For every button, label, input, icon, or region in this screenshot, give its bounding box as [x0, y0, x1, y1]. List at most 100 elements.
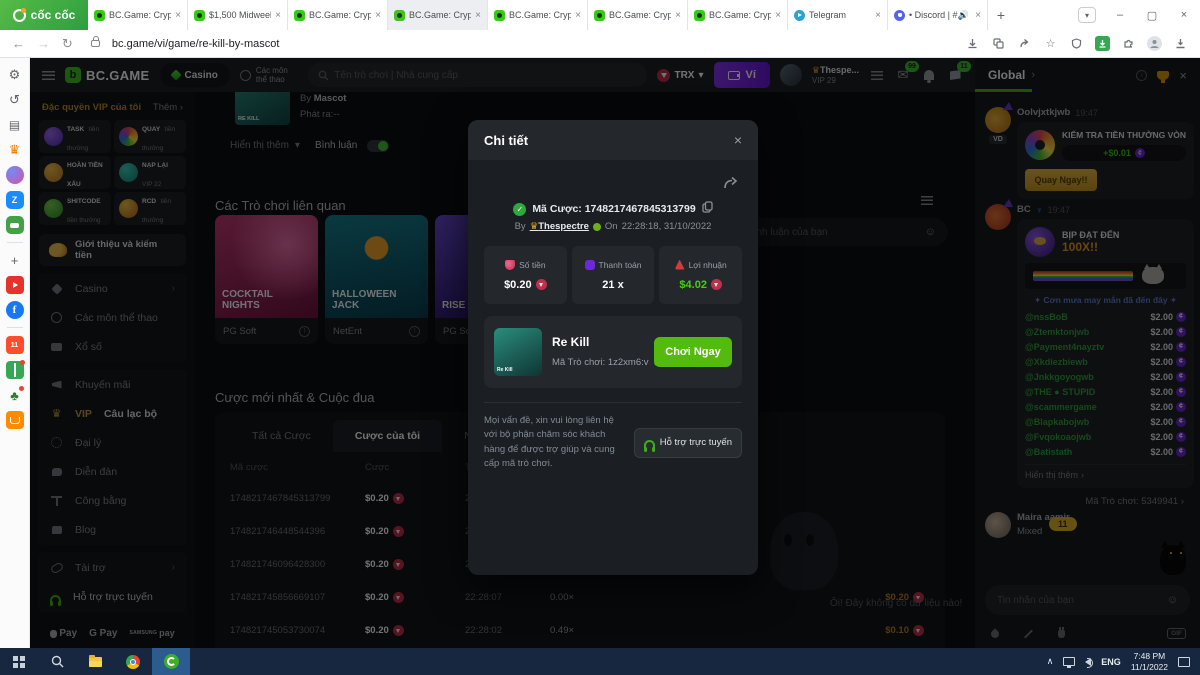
- share-page-icon[interactable]: [1017, 36, 1032, 51]
- browser-sidebar-icon[interactable]: [6, 141, 24, 159]
- browser-tab[interactable]: Telegram ×: [788, 0, 888, 30]
- verified-check-icon: ✓: [513, 202, 527, 216]
- back-button[interactable]: ←: [12, 37, 25, 50]
- coccoc-button[interactable]: [152, 648, 190, 675]
- tab-close-icon[interactable]: ×: [475, 10, 481, 21]
- translate-icon[interactable]: [991, 36, 1006, 51]
- tab-close-icon[interactable]: ×: [375, 10, 381, 21]
- modal-close-icon[interactable]: ×: [734, 132, 742, 148]
- clock-date: 11/1/2022: [1130, 661, 1168, 672]
- chrome-button[interactable]: [114, 648, 152, 675]
- browser-address-bar: ← → ↻ bc.game/vi/game/re-kill-by-mascot …: [0, 30, 1200, 58]
- tab-close-icon[interactable]: ×: [575, 10, 581, 21]
- extensions-puzzle-icon[interactable]: [1121, 36, 1136, 51]
- bookmark-star-icon[interactable]: ☆: [1043, 36, 1058, 51]
- browser-sidebar-icon[interactable]: [6, 386, 24, 404]
- browser-sidebar-icon[interactable]: [5, 191, 24, 209]
- window-minimize-button[interactable]: –: [1104, 0, 1136, 30]
- tab-favicon: [494, 9, 505, 21]
- action-center-icon[interactable]: [1178, 656, 1190, 667]
- browser-tab[interactable]: BC.Game: Crypto ×: [588, 0, 688, 30]
- browser-sidebar-icon[interactable]: [5, 336, 24, 354]
- browser-sidebar-icon[interactable]: [6, 327, 23, 328]
- browser-sidebar-icon[interactable]: [5, 216, 24, 234]
- window-maximize-button[interactable]: ▢: [1136, 0, 1168, 30]
- stat-amount-value: $0.20: [504, 278, 532, 291]
- browser-sidebar-icon[interactable]: [5, 166, 24, 184]
- browser-sidebar-icon[interactable]: [6, 251, 24, 269]
- save-page-icon[interactable]: [965, 36, 980, 51]
- live-support-button[interactable]: Hỗ trợ trực tuyến: [633, 427, 742, 458]
- browser-sidebar-icon[interactable]: [5, 276, 24, 294]
- bet-author-link[interactable]: ♛Thespectre: [530, 221, 589, 232]
- adblock-shield-icon[interactable]: [1069, 36, 1084, 51]
- stat-profit-value: $4.02: [679, 278, 707, 291]
- browser-tab[interactable]: BC.Game: Crypto ×: [688, 0, 788, 30]
- payout-wallet-icon: [584, 259, 595, 270]
- folder-icon: [88, 654, 102, 667]
- tab-title: Telegram: [809, 10, 847, 20]
- share-icon[interactable]: [723, 176, 738, 194]
- window-close-button[interactable]: ×: [1168, 0, 1200, 30]
- tab-title: • Discord | #🔊: [909, 9, 969, 20]
- tab-close-icon[interactable]: ×: [675, 10, 681, 21]
- reload-button[interactable]: ↻: [62, 37, 73, 50]
- coccoc-brand-logo[interactable]: cốc cốc: [0, 0, 88, 30]
- taskbar-clock[interactable]: 7:48 PM 11/1/2022: [1131, 651, 1168, 671]
- bet-id-label: Mã Cược: 1748217467845313799: [532, 203, 696, 215]
- network-icon[interactable]: [1063, 657, 1076, 668]
- tab-title: BC.Game: Crypto: [709, 10, 772, 20]
- language-indicator[interactable]: ENG: [1101, 657, 1121, 667]
- browser-sidebar-icon[interactable]: [6, 116, 24, 134]
- file-explorer-button[interactable]: [76, 648, 114, 675]
- downloads-tray-icon[interactable]: [1173, 36, 1188, 51]
- tab-favicon: [794, 9, 805, 21]
- browser-sidebar-icon[interactable]: [5, 411, 24, 429]
- url-text[interactable]: bc.game/vi/game/re-kill-by-mascot: [112, 38, 953, 50]
- ssl-lock-icon[interactable]: [90, 36, 100, 47]
- taskbar-search-button[interactable]: [38, 648, 76, 675]
- support-note: Mọi vấn đề, xin vui lòng liên hệ với bộ …: [484, 415, 615, 469]
- vip-crown-icon: ♛: [529, 221, 539, 232]
- browser-tab[interactable]: BC.Game: Crypto ×: [88, 0, 188, 30]
- tab-close-icon[interactable]: ×: [275, 10, 281, 21]
- browser-sidebar-icon[interactable]: [5, 301, 24, 319]
- taskbar-tray: ∧ ENG 7:48 PM 11/1/2022: [1047, 651, 1200, 672]
- browser-tab[interactable]: BC.Game: Crypto ×: [388, 0, 488, 30]
- moneybag-icon: [505, 259, 516, 270]
- browser-tab[interactable]: BC.Game: Crypto ×: [288, 0, 388, 30]
- stat-payout: Thanh toán 21 x: [571, 246, 655, 304]
- tab-close-icon[interactable]: ×: [775, 10, 781, 21]
- modal-divider: [484, 402, 742, 403]
- start-button[interactable]: [0, 648, 38, 675]
- browser-tab[interactable]: • Discord | #🔊 ×: [888, 0, 988, 30]
- browser-tab[interactable]: BC.Game: Crypto ×: [488, 0, 588, 30]
- tray-expand-icon[interactable]: ∧: [1047, 656, 1054, 667]
- volume-icon[interactable]: [1085, 657, 1094, 668]
- browser-sidebar-icon[interactable]: [6, 66, 24, 84]
- new-tab-button[interactable]: +: [988, 0, 1014, 30]
- browser-sidebar-icon[interactable]: [6, 91, 24, 109]
- browser-sidebar-icon[interactable]: [6, 242, 23, 243]
- bet-author-row: By ♛Thespectre On 22:28:18, 31/10/2022: [514, 221, 712, 232]
- play-now-button[interactable]: Chơi Ngay: [654, 337, 732, 367]
- game-thumbnail[interactable]: Re Kill: [494, 328, 542, 376]
- download-active-icon[interactable]: [1095, 36, 1110, 51]
- bet-datetime: 22:28:18, 31/10/2022: [621, 221, 712, 232]
- tab-favicon: [194, 9, 205, 21]
- tab-close-icon[interactable]: ×: [875, 10, 881, 21]
- browser-tab-strip: cốc cốc BC.Game: Crypto × $1,500 Midweek…: [0, 0, 1200, 30]
- modal-game-card: Re Kill Re Kill Mã Trò chơi: 1z2xm6:v Ch…: [484, 316, 742, 388]
- browser-tab[interactable]: $1,500 Midweek ×: [188, 0, 288, 30]
- browser-sidebar-icon[interactable]: [5, 360, 25, 379]
- tab-close-icon[interactable]: ×: [975, 10, 981, 21]
- tab-title: BC.Game: Crypto: [609, 10, 672, 20]
- tab-close-icon[interactable]: ×: [175, 10, 181, 21]
- chrome-icon: [126, 654, 140, 669]
- tab-search-button[interactable]: ▾: [1078, 7, 1096, 23]
- windows-icon: [13, 655, 25, 668]
- copy-icon[interactable]: [702, 200, 713, 218]
- forward-button[interactable]: →: [37, 37, 50, 50]
- browser-profile-icon[interactable]: [1147, 36, 1162, 51]
- tab-favicon: [94, 9, 105, 21]
